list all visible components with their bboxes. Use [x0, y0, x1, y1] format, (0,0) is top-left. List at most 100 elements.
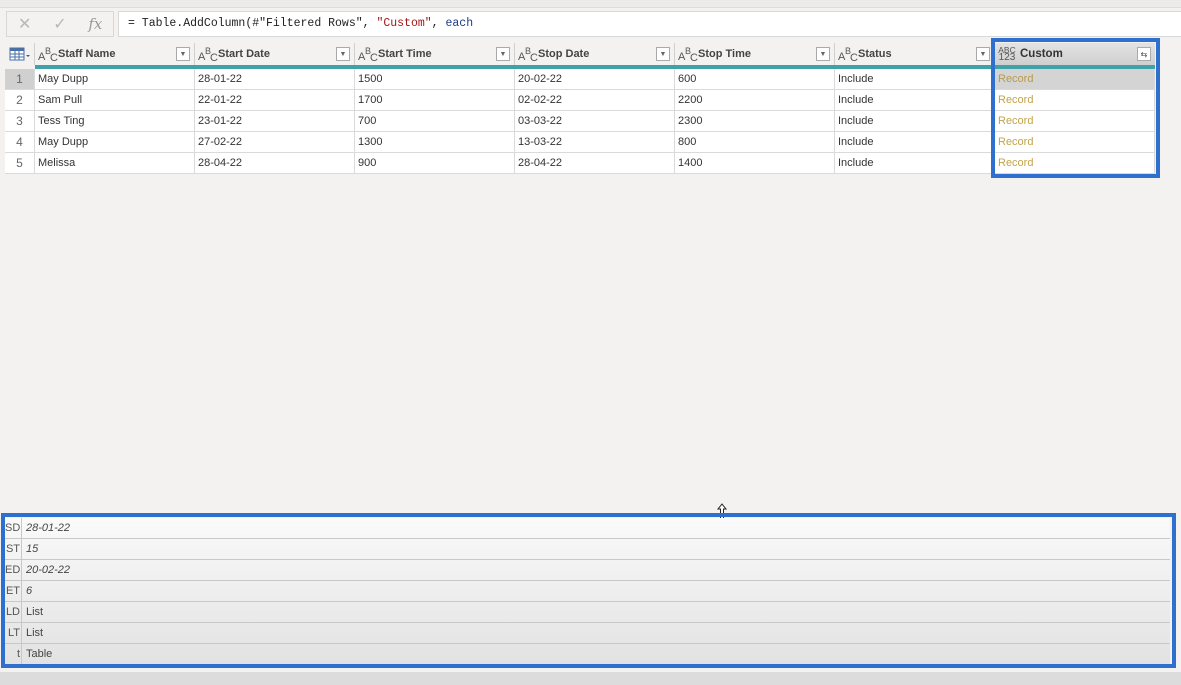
table-cell[interactable]: Include	[835, 153, 995, 174]
table-cell[interactable]: 1500	[355, 69, 515, 90]
table-cell[interactable]: 800	[675, 132, 835, 153]
table-cell[interactable]: 20-02-22	[515, 69, 675, 90]
table-cell[interactable]: 900	[355, 153, 515, 174]
column-header-label: Start Date	[218, 48, 270, 60]
column-header-start-date[interactable]: A B C Start Date ▼	[195, 43, 355, 65]
preview-field-name: ST	[5, 538, 22, 560]
table-cell[interactable]: Include	[835, 111, 995, 132]
preview-field-name: LD	[5, 601, 22, 623]
preview-field-value[interactable]: List	[22, 606, 43, 618]
table-icon	[9, 47, 30, 61]
table-cell[interactable]: 03-03-22	[515, 111, 675, 132]
preview-field-row: SD 28-01-22	[5, 517, 1170, 539]
column-header-label: Status	[858, 48, 892, 60]
column-header-stop-time[interactable]: A B C Stop Time ▼	[675, 43, 835, 65]
preview-field-value[interactable]: Table	[22, 648, 52, 660]
table-cell[interactable]: 13-03-22	[515, 132, 675, 153]
column-header-start-time[interactable]: A B C Start Time ▼	[355, 43, 515, 65]
table-cell[interactable]: 28-04-22	[195, 153, 355, 174]
preview-field-row: LD List	[5, 601, 1170, 623]
preview-field-row: ST 15	[5, 538, 1170, 560]
table-cell[interactable]: 22-01-22	[195, 90, 355, 111]
table-cell[interactable]: Melissa	[35, 153, 195, 174]
chevron-down-icon: ▼	[659, 50, 667, 58]
chevron-down-icon: ▼	[179, 50, 187, 58]
table-cell[interactable]: 27-02-22	[195, 132, 355, 153]
formula-keyword: each	[445, 17, 474, 30]
expand-column-button[interactable]: ⇆	[1137, 47, 1151, 61]
table-cell[interactable]: May Dupp	[35, 69, 195, 90]
filter-dropdown-button[interactable]: ▼	[176, 47, 190, 61]
table-cell[interactable]: 1400	[675, 153, 835, 174]
table-cell[interactable]: 1300	[355, 132, 515, 153]
chevron-down-icon: ▼	[979, 50, 987, 58]
text-type-icon: ABC	[838, 46, 858, 64]
formula-text: = Table.AddColumn(#"Filtered Rows",	[128, 17, 377, 30]
table-cell[interactable]: May Dupp	[35, 132, 195, 153]
preview-field-name: ED	[5, 559, 22, 581]
text-type-icon: ABC	[358, 46, 378, 64]
close-icon: ✕	[17, 16, 32, 33]
formula-input[interactable]: = Table.AddColumn(#"Filtered Rows", "Cus…	[118, 11, 1181, 37]
record-link[interactable]: Record	[995, 90, 1155, 111]
filter-dropdown-button[interactable]: ▼	[976, 47, 990, 61]
column-header-stop-date[interactable]: A B C Stop Date ▼	[515, 43, 675, 65]
filter-dropdown-button[interactable]: ▼	[336, 47, 350, 61]
table-cell[interactable]: Include	[835, 69, 995, 90]
preview-field-name: SD	[5, 517, 22, 539]
row-number[interactable]: 5	[5, 153, 35, 174]
formula-actions: ✕ ✓ fx	[6, 11, 114, 37]
table-cell[interactable]: 2300	[675, 111, 835, 132]
table-cell[interactable]: 600	[675, 69, 835, 90]
row-number[interactable]: 3	[5, 111, 35, 132]
record-link[interactable]: Record	[995, 111, 1155, 132]
insert-function-button[interactable]: fx	[78, 12, 113, 36]
preview-field-value: 20-02-22	[26, 564, 71, 576]
filter-dropdown-button[interactable]: ▼	[496, 47, 510, 61]
preview-field-row: LT List	[5, 622, 1170, 644]
table-cell[interactable]: Include	[835, 132, 995, 153]
table-cell[interactable]: 02-02-22	[515, 90, 675, 111]
record-link[interactable]: Record	[995, 132, 1155, 153]
check-icon: ✓	[53, 16, 67, 33]
text-type-icon: ABC	[518, 46, 538, 64]
cancel-formula-button[interactable]: ✕	[7, 12, 42, 36]
text-type-icon: ABC	[38, 46, 58, 64]
filter-dropdown-button[interactable]: ▼	[656, 47, 670, 61]
column-header-custom[interactable]: ABC 123 Custom ⇆	[995, 43, 1155, 65]
preview-field-value[interactable]: List	[22, 627, 43, 639]
any-type-icon: ABC 123	[998, 45, 1016, 63]
preview-field-row: ED 20-02-22	[5, 559, 1170, 581]
row-number[interactable]: 1	[5, 69, 35, 90]
table-cell[interactable]: 1700	[355, 90, 515, 111]
table-cell[interactable]: Tess Ting	[35, 111, 195, 132]
top-strip	[0, 0, 1181, 8]
preview-field-value: 15	[26, 543, 39, 555]
record-link[interactable]: Record	[995, 153, 1155, 174]
table-cell[interactable]: Include	[835, 90, 995, 111]
formula-sep: ,	[431, 17, 446, 30]
column-header-label: Start Time	[378, 48, 432, 60]
table-cell[interactable]: 28-01-22	[195, 69, 355, 90]
table-menu-button[interactable]	[5, 43, 35, 65]
row-number[interactable]: 2	[5, 90, 35, 111]
column-header-staff-name[interactable]: A B C Staff Name ▼	[35, 43, 195, 65]
fx-icon: fx	[88, 15, 103, 33]
column-header-status[interactable]: A B C Status ▼	[835, 43, 995, 65]
filter-dropdown-button[interactable]: ▼	[816, 47, 830, 61]
table-cell[interactable]: 2200	[675, 90, 835, 111]
record-link[interactable]: Record	[995, 69, 1155, 90]
chevron-down-icon: ▼	[819, 50, 827, 58]
column-header-label: Staff Name	[58, 48, 116, 60]
table-cell[interactable]: Sam Pull	[35, 90, 195, 111]
table-cell[interactable]: 23-01-22	[195, 111, 355, 132]
preview-field-value: 28-01-22	[26, 522, 71, 534]
preview-field-row: t Table	[5, 643, 1170, 665]
row-number[interactable]: 4	[5, 132, 35, 153]
text-type-icon: ABC	[198, 46, 218, 64]
confirm-formula-button[interactable]: ✓	[42, 12, 77, 36]
text-type-icon: ABC	[678, 46, 698, 64]
table-cell[interactable]: 28-04-22	[515, 153, 675, 174]
table-cell[interactable]: 700	[355, 111, 515, 132]
chevron-down-icon: ▼	[499, 50, 507, 58]
